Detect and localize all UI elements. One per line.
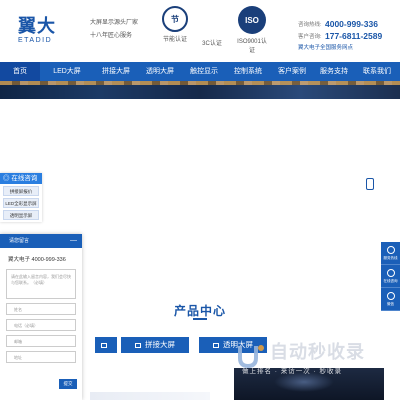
hotline-float-button[interactable]: 服务热线 <box>381 242 400 265</box>
product-card-edge <box>90 392 210 400</box>
tab-led[interactable] <box>95 337 117 353</box>
email-field[interactable]: 邮箱 <box>6 335 76 347</box>
nav-home[interactable]: 首页 <box>0 62 40 81</box>
hotline-number[interactable]: 4000-999-336 <box>325 19 378 29</box>
consult-item-splice[interactable]: 拼接屏报价 <box>3 186 39 196</box>
title-underline <box>193 318 207 320</box>
nav-control[interactable]: 控制系统 <box>226 62 270 81</box>
iso-cert-label: ISO9001认证 <box>237 39 267 54</box>
square-icon <box>135 342 141 348</box>
online-consult-title[interactable]: ◎ 在线咨询 <box>0 173 42 184</box>
consult-float-button[interactable]: 在线咨询 <box>381 265 400 288</box>
hotline-float-label: 服务热线 <box>383 256 398 260</box>
site-logo[interactable]: 翼大 ETADID <box>18 12 88 44</box>
consult-item-led[interactable]: LED全彩显示屏 <box>3 198 39 208</box>
phone-field[interactable]: 电话（必填） <box>6 319 76 331</box>
main-nav: 首页 LED大屏 拼接大屏 透明大屏 触控显示 控制系统 客户案例 服务支持 联… <box>0 62 400 81</box>
contact-info: 咨询热线: 4000-999-336 客户咨询: 177-6811-2589 翼… <box>298 18 398 51</box>
wechat-icon <box>386 292 395 300</box>
tab-splice[interactable]: 拼接大屏 <box>121 337 189 353</box>
chat-header: 请您留言 — <box>0 234 82 248</box>
nav-touch[interactable]: 触控显示 <box>182 62 226 81</box>
nav-cases[interactable]: 客户案例 <box>270 62 314 81</box>
banner-decoration <box>0 81 400 85</box>
nav-contact[interactable]: 联系我们 <box>354 62 400 81</box>
square-icon <box>213 342 219 348</box>
nav-led[interactable]: LED大屏 <box>40 62 94 81</box>
chat-header-title: 请您留言 <box>9 238 30 244</box>
consult-item-transparent[interactable]: 透明显示屏 <box>3 210 39 220</box>
logo-text: 翼大 <box>18 16 56 37</box>
iso-cert-icon: ISO <box>238 6 266 34</box>
submit-button[interactable]: 提交 <box>59 379 77 389</box>
service-number[interactable]: 177-6811-2589 <box>325 31 382 41</box>
right-float-toolbar: 服务热线 在线咨询 微信 <box>381 242 400 311</box>
phone-icon[interactable] <box>366 178 374 190</box>
energy-cert-label: 节能认证 <box>162 37 187 43</box>
section-title: 产品中心 <box>173 304 226 318</box>
energy-cert-icon: 节 <box>162 6 188 32</box>
nav-transparent[interactable]: 透明大屏 <box>138 62 182 81</box>
address-field[interactable]: 地址 <box>6 351 76 363</box>
watermark: 自动秒收录 做上排名 · 来访一次 · 秒收录 <box>234 336 384 380</box>
chat-icon <box>386 269 395 277</box>
watermark-text: 自动秒收录 <box>270 342 365 363</box>
service-label: 客户咨询: <box>298 34 322 40</box>
online-consult-panel: ◎ 在线咨询 拼接屏报价 LED全彩显示屏 透明显示屏 <box>0 173 42 222</box>
tab-splice-label: 拼接大屏 <box>145 340 175 349</box>
energy-cert: 节 节能认证 <box>160 6 190 43</box>
logo-subtext: ETADID <box>18 37 53 44</box>
site-header: 翼大 ETADID 大屏显示源头厂家 十八年匠心服务 节 节能认证 3C认证 I… <box>0 0 400 62</box>
square-icon <box>101 342 107 348</box>
minimize-icon[interactable]: — <box>70 234 77 248</box>
hotline-label: 咨询热线: <box>298 22 322 28</box>
watermark-subtext: 做上排名 · 来访一次 · 秒收录 <box>242 368 343 375</box>
chat-company-line: 翼大电子 4000-999-336 <box>8 257 66 263</box>
slogan-line-2: 十八年匠心服务 <box>90 33 133 39</box>
slogan-line-1: 大屏显示源头厂家 <box>90 20 139 26</box>
slogan: 大屏显示源头厂家 十八年匠心服务 <box>90 17 138 43</box>
nav-splice[interactable]: 拼接大屏 <box>94 62 138 81</box>
message-textarea[interactable]: 请在此输入留言内容，我们会尽快与您联系。（必填） <box>6 269 76 299</box>
nav-support[interactable]: 服务支持 <box>314 62 354 81</box>
hero-banner[interactable] <box>0 81 400 99</box>
online-consult-label: 在线咨询 <box>11 175 38 182</box>
consult-float-label: 在线咨询 <box>383 279 398 283</box>
service-network-link[interactable]: 翼大电子全国服务网点 <box>298 43 398 51</box>
phone-icon <box>386 246 395 254</box>
ccc-cert: 3C认证 <box>200 38 224 47</box>
iso-cert: ISO ISO9001认证 <box>235 6 269 54</box>
ccc-cert-label: 3C认证 <box>202 41 222 47</box>
